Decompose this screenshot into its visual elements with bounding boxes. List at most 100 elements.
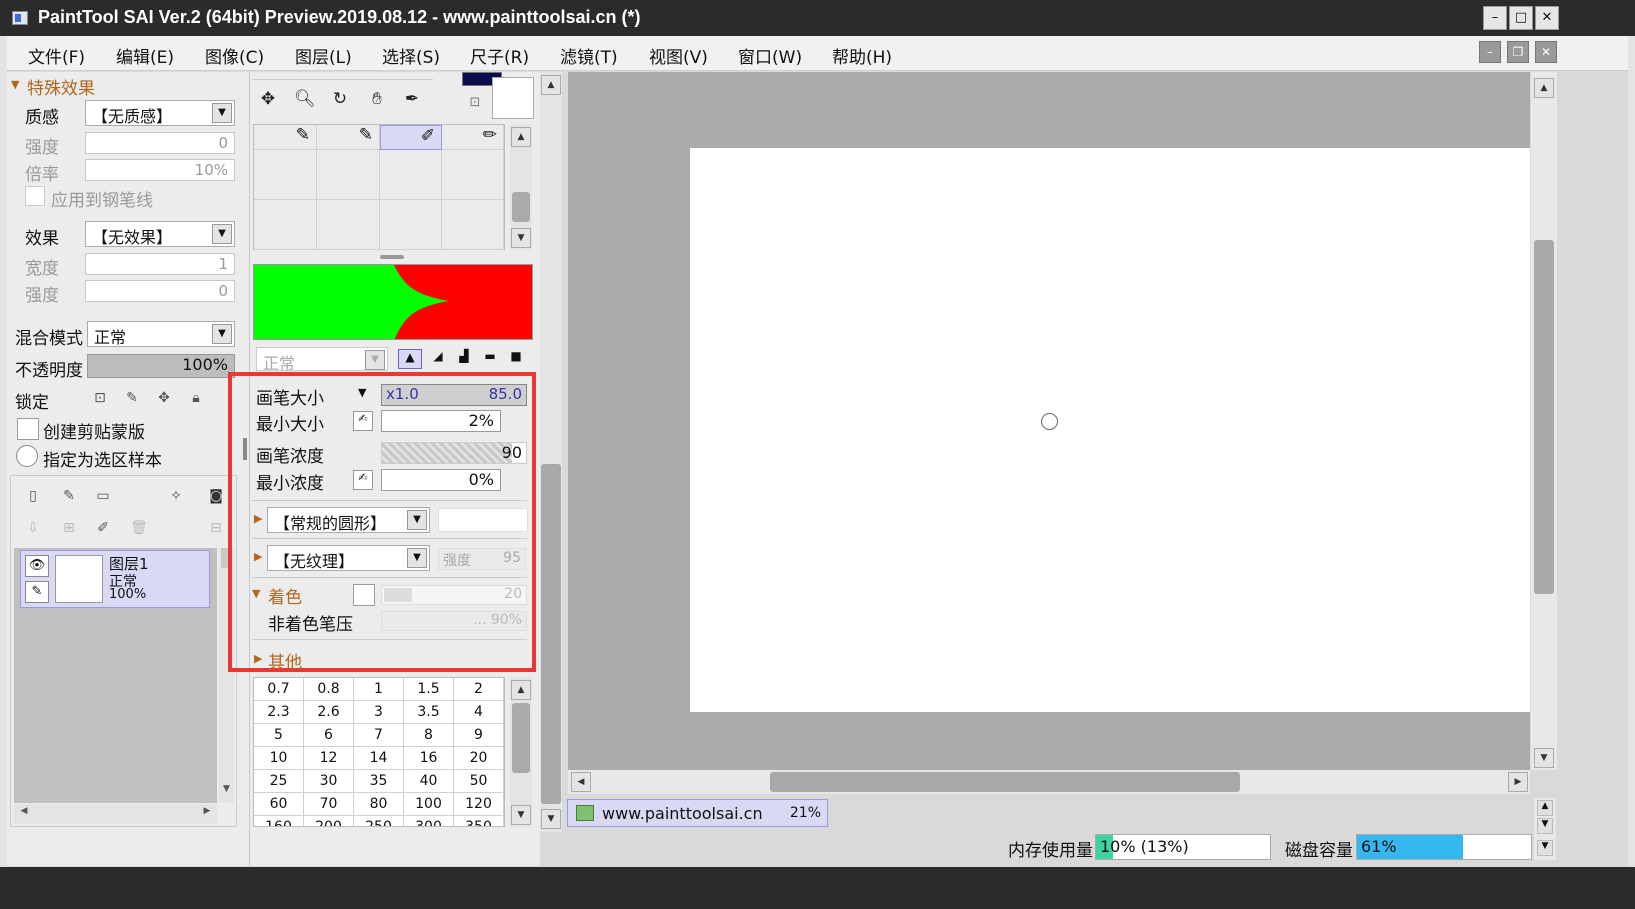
effects-header[interactable]: 特殊效果 — [27, 74, 95, 99]
tool-grid-scroll[interactable]: ▲ ▼ — [510, 124, 532, 250]
brush-size-preset[interactable]: 9 — [454, 724, 504, 747]
expand-triangle-icon[interactable]: ▶ — [254, 550, 262, 563]
brush-size-preset[interactable]: 1.5 — [404, 678, 454, 701]
layer-mask-icon[interactable]: ◙ — [206, 486, 226, 506]
edge-medium-icon[interactable]: ▟ — [452, 349, 476, 369]
brush-size-preset[interactable]: 300 — [404, 816, 454, 826]
effect-layer-icon[interactable]: ✧ — [166, 486, 186, 506]
edge-soft-icon[interactable]: ◢ — [426, 349, 450, 369]
merge-down-icon[interactable]: ⊞ — [59, 518, 79, 538]
new-folder-icon[interactable]: ▭ — [93, 486, 113, 506]
scroll-down-icon[interactable]: ▼ — [1537, 818, 1553, 834]
pressure-icon[interactable]: ✍︎ — [353, 411, 373, 431]
brush-size-preset[interactable]: 5 — [254, 724, 304, 747]
brush-size-preset[interactable]: 160 — [254, 816, 304, 826]
min-size-input[interactable]: 2% — [381, 410, 501, 432]
texture-select[interactable]: 【无质感】 ▼ — [85, 100, 235, 126]
minimize-button[interactable]: – — [1483, 6, 1507, 30]
doc-minimize-button[interactable]: – — [1479, 41, 1501, 63]
brush-size-preset[interactable]: 30 — [304, 770, 354, 793]
brush-size-preset[interactable]: 2.6 — [304, 701, 354, 724]
tool-slot[interactable] — [254, 150, 317, 200]
pencil-tool-icon[interactable]: ✎ — [254, 125, 317, 150]
apply-pen-checkbox[interactable] — [25, 186, 45, 206]
brush-size-preset[interactable]: 2 — [454, 678, 504, 701]
tool-slot[interactable] — [442, 200, 504, 250]
tint-slider[interactable]: 20 — [381, 585, 527, 605]
scroll-down-icon[interactable]: ▼ — [511, 228, 531, 248]
tool-slot[interactable] — [317, 200, 380, 250]
hand-tool-icon[interactable]: ✋︎ — [367, 89, 387, 109]
brush-size-preset[interactable]: 200 — [304, 816, 354, 826]
document-tab[interactable]: www.painttoolsai.cn 21% — [567, 799, 828, 827]
scroll-down-icon[interactable]: ▼ — [1537, 840, 1553, 856]
menu-help[interactable]: 帮助(H) — [832, 43, 892, 68]
scroll-left-icon[interactable]: ◀ — [16, 806, 32, 822]
tint-checkbox[interactable] — [353, 584, 375, 606]
menu-file[interactable]: 文件(F) — [28, 43, 85, 68]
collapse-triangle-icon[interactable]: ▼ — [11, 78, 19, 91]
transparent-color-icon[interactable]: ⊡ — [462, 90, 488, 116]
doc-restore-button[interactable]: ❐ — [1507, 41, 1529, 63]
panel-resize-grip[interactable] — [243, 438, 247, 460]
brush-texture-select[interactable]: 【无纹理】 ▼ — [267, 545, 430, 571]
tool-slot[interactable] — [380, 150, 442, 200]
brush-size-preset[interactable]: 35 — [354, 770, 404, 793]
menu-window[interactable]: 窗口(W) — [738, 43, 802, 68]
brush-size-slider[interactable]: x1.0 85.0 — [381, 384, 527, 406]
scroll-down-icon[interactable]: ▼ — [541, 809, 561, 829]
other-label[interactable]: 其他 — [268, 648, 302, 673]
move-tool-icon[interactable]: ✥ — [258, 89, 278, 109]
scale-input[interactable]: 10% — [85, 159, 235, 181]
airbrush-tool-icon[interactable]: ✎ — [317, 125, 380, 150]
brush-size-preset[interactable]: 6 — [304, 724, 354, 747]
menu-select[interactable]: 选择(S) — [382, 43, 440, 68]
tool-panel-scroll[interactable]: ▲ ▼ — [540, 72, 562, 832]
eyedropper-tool-icon[interactable]: ✒ — [402, 89, 422, 109]
texture-strength-slider[interactable]: 强度 95 — [438, 548, 526, 570]
collapse-triangle-icon[interactable]: ▼ — [252, 587, 260, 600]
scroll-thumb[interactable] — [1534, 240, 1554, 594]
canvas-vscroll[interactable]: ▲ ▼ — [1531, 72, 1557, 770]
scroll-up-icon[interactable]: ▲ — [1537, 800, 1553, 816]
strength2-input[interactable]: 0 — [85, 280, 235, 302]
menu-filter[interactable]: 滤镜(T) — [560, 43, 618, 68]
edge-flat-icon[interactable]: ▬ — [478, 349, 502, 369]
scroll-thumb[interactable] — [770, 772, 1240, 792]
lock-all-icon[interactable]: 🔒︎ — [186, 388, 206, 408]
secondary-color-swatch[interactable] — [492, 77, 534, 119]
brush-size-preset[interactable]: 50 — [454, 770, 504, 793]
scroll-up-icon[interactable]: ▲ — [511, 680, 531, 700]
canvas-hscroll[interactable]: ◀ ▶ — [568, 770, 1530, 794]
clear-layer-icon[interactable]: ✐ — [93, 518, 113, 538]
layer-hscroll[interactable]: ◀ ▶ — [14, 804, 217, 824]
size-palette-scroll[interactable]: ▲ ▼ — [510, 677, 532, 827]
brush-size-preset[interactable]: 20 — [454, 747, 504, 770]
sample-radio[interactable] — [16, 445, 38, 467]
brush-size-preset[interactable]: 2.3 — [254, 701, 304, 724]
scroll-thumb[interactable] — [512, 192, 530, 222]
canvas-paper[interactable] — [690, 148, 1530, 712]
brush-size-preset[interactable]: 3 — [354, 701, 404, 724]
no-tint-slider[interactable]: ... 90% — [381, 611, 527, 631]
pressure-icon[interactable]: ✍︎ — [353, 470, 373, 490]
brush-size-preset[interactable]: 60 — [254, 793, 304, 816]
scroll-down-icon[interactable]: ▼ — [219, 784, 234, 802]
scroll-down-icon[interactable]: ▼ — [511, 805, 531, 825]
watercolor-tool-icon[interactable]: ✏ — [442, 125, 504, 150]
close-button[interactable]: ✕ — [1535, 6, 1559, 30]
zoom-tool-icon[interactable]: 🔍︎ — [294, 89, 316, 109]
min-density-input[interactable]: 0% — [381, 469, 501, 491]
new-linework-icon[interactable]: ✎ — [59, 486, 79, 506]
brush-size-preset[interactable]: 0.8 — [304, 678, 354, 701]
transfer-down-icon[interactable]: ⇩ — [23, 518, 43, 538]
brush-tool-icon[interactable]: ✐ — [380, 125, 442, 150]
brush-size-preset[interactable]: 25 — [254, 770, 304, 793]
brush-size-preset[interactable]: 3.5 — [404, 701, 454, 724]
brush-size-preset[interactable]: 70 — [304, 793, 354, 816]
apply-mask-icon[interactable]: ⊟ — [206, 518, 226, 538]
brush-size-preset[interactable]: 100 — [404, 793, 454, 816]
blend-mode-select[interactable]: 正常 ▼ — [87, 321, 235, 347]
brush-size-preset[interactable]: 250 — [354, 816, 404, 826]
splitter-grip[interactable] — [380, 255, 404, 259]
